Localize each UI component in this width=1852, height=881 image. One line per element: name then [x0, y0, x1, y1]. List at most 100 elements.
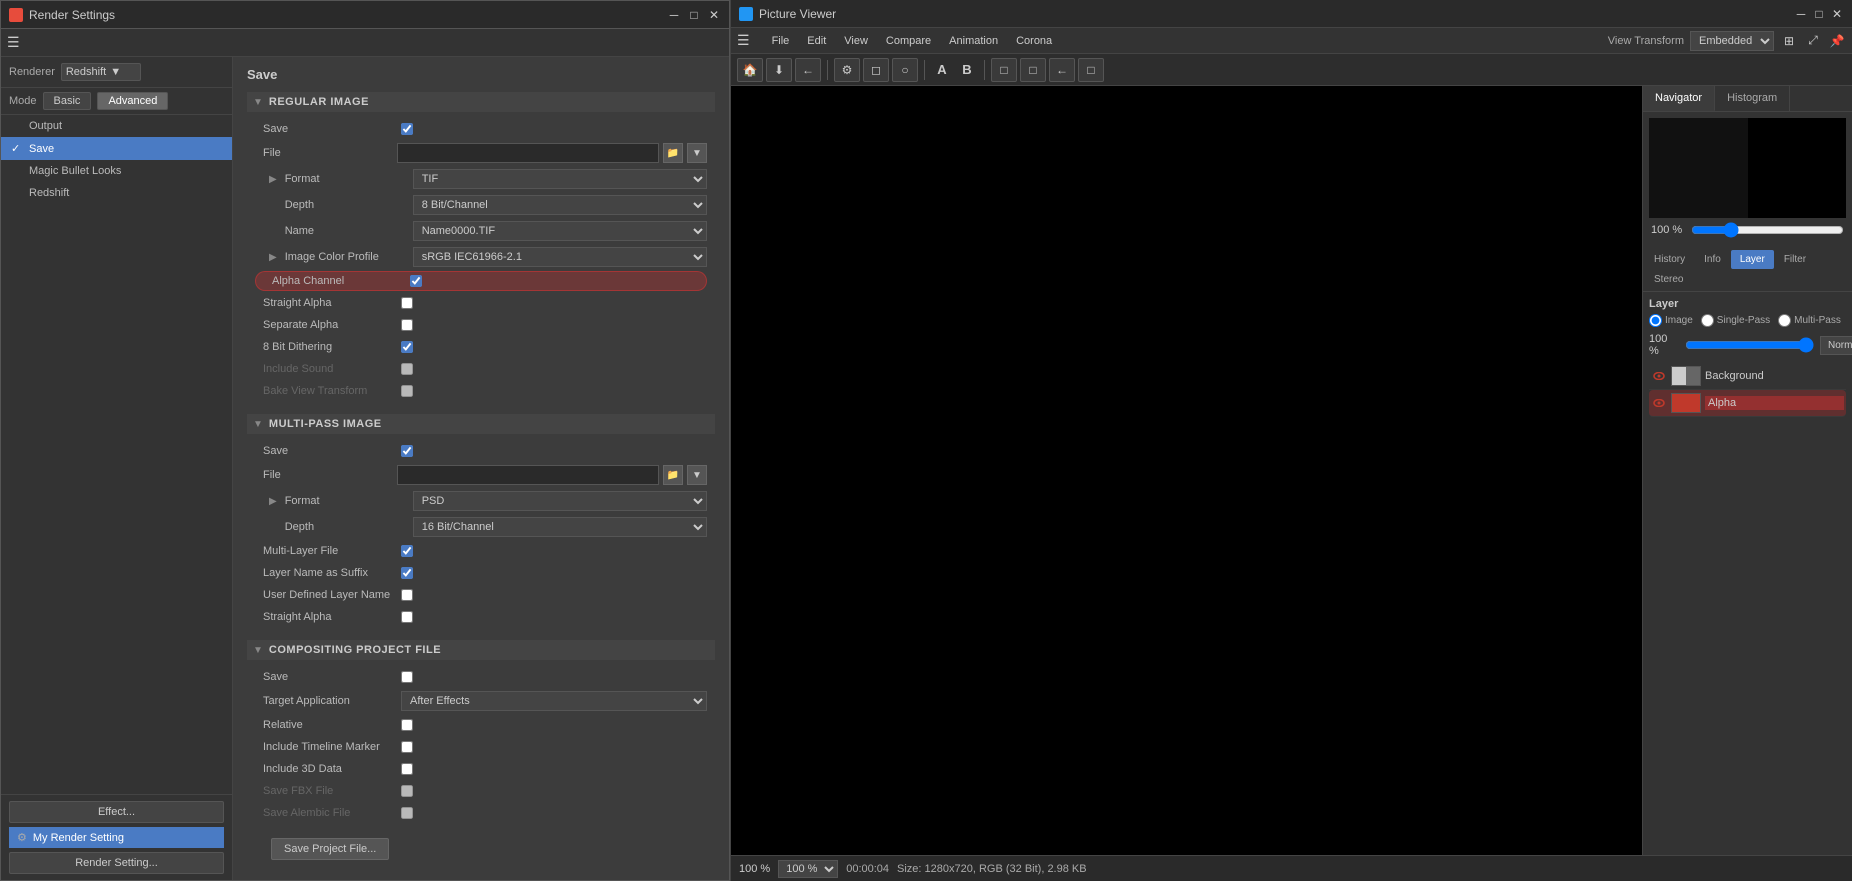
pv-pin-icon[interactable]: 📌: [1828, 32, 1846, 50]
regular-file-options-button[interactable]: ▼: [687, 143, 707, 163]
multi-pass-image-header[interactable]: ▼ MULTI-PASS IMAGE: [247, 414, 715, 434]
layer-mode-select[interactable]: Normal: [1820, 336, 1852, 355]
multi-layer-file-checkbox[interactable]: [401, 545, 413, 557]
radio-single-pass[interactable]: Single-Pass: [1701, 314, 1770, 327]
pv-menu-edit[interactable]: Edit: [803, 33, 830, 49]
format-expand-icon: ▶: [269, 174, 277, 185]
picture-viewer-titlebar: Picture Viewer ─ □ ✕: [731, 0, 1852, 28]
regular-depth-select[interactable]: 8 Bit/Channel: [413, 195, 707, 215]
pv-subtab-filter[interactable]: Filter: [1775, 250, 1815, 269]
pv-menu-file[interactable]: File: [768, 33, 794, 49]
pv-maximize-button[interactable]: □: [1812, 7, 1826, 21]
view-transform-select[interactable]: Embedded: [1690, 31, 1774, 51]
pv-menu-corona[interactable]: Corona: [1012, 33, 1056, 49]
layer-alpha-eye[interactable]: [1651, 395, 1667, 411]
pv-subtab-history[interactable]: History: [1645, 250, 1694, 269]
sidebar-item-save[interactable]: ✓ Save: [1, 137, 232, 160]
renderer-label: Renderer: [9, 66, 55, 78]
compositing-save-checkbox[interactable]: [401, 671, 413, 683]
minimize-button[interactable]: ─: [667, 8, 681, 22]
pv-tool-undo[interactable]: □: [991, 58, 1017, 82]
layer-name-suffix-checkbox[interactable]: [401, 567, 413, 579]
pv-tab-navigator[interactable]: Navigator: [1643, 86, 1715, 111]
pv-tool-circle[interactable]: ○: [892, 58, 918, 82]
gear-icon: ⚙: [17, 831, 27, 844]
compositing-section: ▼ COMPOSITING PROJECT FILE Save Target A…: [247, 640, 715, 874]
multipass-format-select[interactable]: PSD: [413, 491, 707, 511]
pv-expand-icon[interactable]: ⤢: [1804, 32, 1822, 50]
pv-menu-animation[interactable]: Animation: [945, 33, 1002, 49]
advanced-mode-button[interactable]: Advanced: [97, 92, 168, 110]
relative-checkbox[interactable]: [401, 719, 413, 731]
save-project-file-button[interactable]: Save Project File...: [271, 838, 389, 860]
regular-name-select[interactable]: Name0000.TIF: [413, 221, 707, 241]
alpha-channel-checkbox[interactable]: [410, 275, 422, 287]
regular-image-header[interactable]: ▼ REGULAR IMAGE: [247, 92, 715, 112]
basic-mode-button[interactable]: Basic: [43, 92, 92, 110]
pv-tool-b[interactable]: B: [956, 59, 978, 81]
pv-close-button[interactable]: ✕: [1830, 7, 1844, 21]
pv-tool-back[interactable]: ←: [795, 58, 821, 82]
sidebar-item-redshift[interactable]: Redshift: [1, 182, 232, 204]
radio-image[interactable]: Image: [1649, 314, 1693, 327]
include-3d-data-checkbox[interactable]: [401, 763, 413, 775]
layer-opacity-value: 100 %: [1649, 333, 1679, 357]
pv-tab-histogram[interactable]: Histogram: [1715, 86, 1790, 111]
close-button[interactable]: ✕: [707, 8, 721, 22]
renderer-dropdown[interactable]: Redshift ▼: [61, 63, 141, 81]
radio-multi-pass[interactable]: Multi-Pass: [1778, 314, 1841, 327]
separate-alpha-checkbox[interactable]: [401, 319, 413, 331]
straight-alpha-checkbox[interactable]: [401, 297, 413, 309]
multipass-straight-alpha-checkbox[interactable]: [401, 611, 413, 623]
status-size-info: Size: 1280x720, RGB (32 Bit), 2.98 KB: [897, 863, 1087, 875]
hamburger-icon[interactable]: ☰: [7, 34, 20, 51]
pv-tool-home[interactable]: 🏠: [737, 58, 763, 82]
render-setting-button[interactable]: Render Setting...: [9, 852, 224, 874]
multipass-depth-select[interactable]: 16 Bit/Channel: [413, 517, 707, 537]
sidebar-item-magic-bullet-label: Magic Bullet Looks: [29, 165, 121, 177]
pv-menu-compare[interactable]: Compare: [882, 33, 935, 49]
effect-button[interactable]: Effect...: [9, 801, 224, 823]
relative-label: Relative: [263, 719, 393, 731]
regular-file-input[interactable]: [397, 143, 659, 163]
navigator-zoom-slider[interactable]: [1691, 222, 1844, 238]
status-zoom-dropdown[interactable]: 100 %: [778, 860, 838, 878]
pv-tool-settings[interactable]: ⚙: [834, 58, 860, 82]
pv-tool-misc[interactable]: □: [1078, 58, 1104, 82]
layer-opacity-slider[interactable]: [1685, 337, 1814, 353]
regular-format-row: ▶ Format TIF: [247, 166, 715, 192]
include-timeline-marker-checkbox[interactable]: [401, 741, 413, 753]
pv-menu-view[interactable]: View: [840, 33, 872, 49]
regular-format-select[interactable]: TIF: [413, 169, 707, 189]
pv-tool-a[interactable]: A: [931, 59, 953, 81]
pv-subtab-layer[interactable]: Layer: [1731, 250, 1774, 269]
bit-dithering-checkbox[interactable]: [401, 341, 413, 353]
compositing-header[interactable]: ▼ COMPOSITING PROJECT FILE: [247, 640, 715, 660]
pv-hamburger-icon[interactable]: ☰: [737, 32, 750, 49]
pv-subtab-info[interactable]: Info: [1695, 250, 1730, 269]
pv-minimize-button[interactable]: ─: [1794, 7, 1808, 21]
regular-file-browse-button[interactable]: 📁: [663, 143, 683, 163]
pv-settings-icon[interactable]: ⊞: [1780, 32, 1798, 50]
multipass-format-icon: ▶: [269, 496, 277, 507]
maximize-button[interactable]: □: [687, 8, 701, 22]
regular-color-profile-select[interactable]: sRGB IEC61966-2.1: [413, 247, 707, 267]
save-section-title: Save: [247, 67, 715, 82]
straight-alpha-label: Straight Alpha: [263, 297, 393, 309]
multipass-save-checkbox[interactable]: [401, 445, 413, 457]
multipass-file-options-button[interactable]: ▼: [687, 465, 707, 485]
pv-tool-redo[interactable]: □: [1020, 58, 1046, 82]
sidebar-item-output[interactable]: Output: [1, 115, 232, 137]
pv-subtab-stereo[interactable]: Stereo: [1645, 270, 1692, 289]
regular-image-section: ▼ REGULAR IMAGE Save File 📁 ▼ ▶ Format: [247, 92, 715, 402]
multipass-file-browse-button[interactable]: 📁: [663, 465, 683, 485]
sidebar-item-magic-bullet[interactable]: Magic Bullet Looks: [1, 160, 232, 182]
multipass-file-input[interactable]: [397, 465, 659, 485]
regular-save-checkbox[interactable]: [401, 123, 413, 135]
pv-tool-download[interactable]: ⬇: [766, 58, 792, 82]
user-defined-layer-name-checkbox[interactable]: [401, 589, 413, 601]
target-application-select[interactable]: After Effects: [401, 691, 707, 711]
layer-background-eye[interactable]: [1651, 368, 1667, 384]
pv-tool-left2[interactable]: ←: [1049, 58, 1075, 82]
pv-tool-display[interactable]: ◻: [863, 58, 889, 82]
